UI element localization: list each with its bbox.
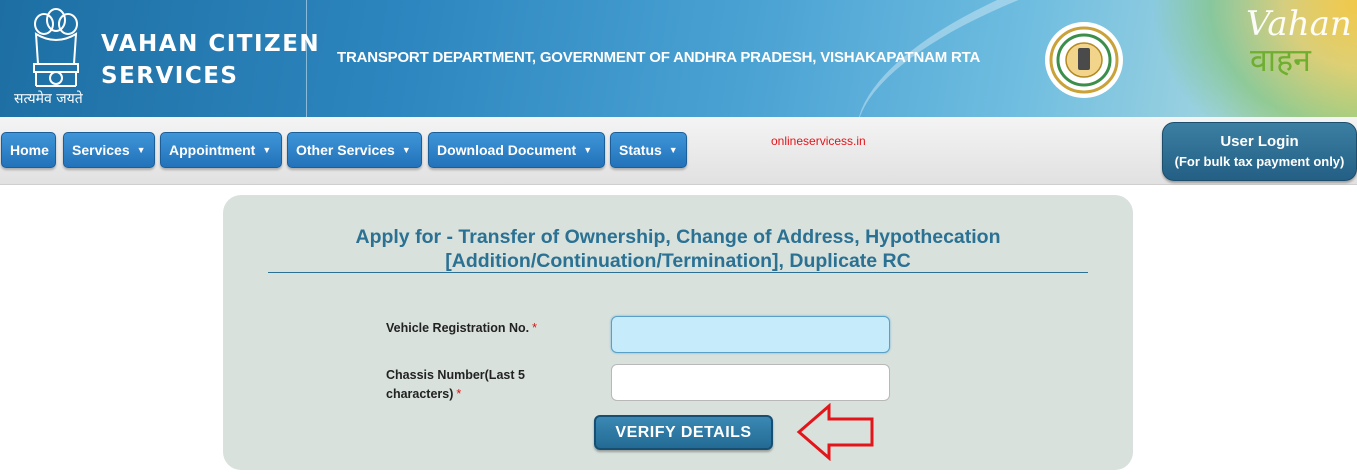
vehicle-registration-label-text: Vehicle Registration No.: [386, 321, 530, 335]
chevron-down-icon: ▼: [583, 145, 593, 155]
required-mark: *: [456, 387, 462, 401]
chevron-down-icon: ▼: [401, 145, 411, 155]
nav-appointment[interactable]: Appointment ▼: [160, 132, 282, 168]
main-nav: Home Services ▼ Appointment ▼ Other Serv…: [0, 117, 1357, 185]
vehicle-registration-label: Vehicle Registration No. *: [386, 319, 537, 338]
vahan-logo: Vahan वाहन: [1236, 4, 1352, 80]
brand-title[interactable]: VAHAN CITIZEN SERVICES: [101, 28, 320, 92]
chassis-number-label: Chassis Number(Last 5 characters) *: [386, 366, 525, 404]
form-title-line-1: Apply for - Transfer of Ownership, Chang…: [355, 226, 1001, 248]
andhra-pradesh-seal-icon: [1045, 22, 1123, 98]
nav-download-document[interactable]: Download Document ▼: [428, 132, 605, 168]
title-divider: [268, 272, 1088, 273]
pointer-arrow-icon: [796, 403, 874, 461]
vahan-logo-native: वाहन: [1250, 41, 1311, 79]
required-mark: *: [532, 321, 537, 335]
nav-home-label: Home: [10, 142, 49, 158]
department-title: TRANSPORT DEPARTMENT, GOVERNMENT OF ANDH…: [337, 49, 981, 66]
chevron-down-icon: ▼: [136, 145, 146, 155]
nav-home[interactable]: Home: [1, 132, 56, 168]
form-title: Apply for - Transfer of Ownership, Chang…: [268, 225, 1088, 273]
emblem-motto: सत्यमेव जयते: [14, 91, 83, 107]
header-divider: [306, 0, 307, 117]
chevron-down-icon: ▼: [668, 145, 678, 155]
nav-status-label: Status: [619, 142, 662, 158]
brand-line-2: SERVICES: [101, 63, 239, 89]
nav-status[interactable]: Status ▼: [610, 132, 687, 168]
nav-other-services-label: Other Services: [296, 142, 395, 158]
user-login-title: User Login: [1220, 133, 1299, 150]
form-title-line-2: [Addition/Continuation/Termination], Dup…: [445, 250, 911, 272]
nav-other-services[interactable]: Other Services ▼: [287, 132, 422, 168]
nav-services[interactable]: Services ▼: [63, 132, 155, 168]
watermark-text: onlineservicess.in: [771, 134, 866, 148]
nav-appointment-label: Appointment: [169, 142, 256, 158]
user-login-subtitle: (For bulk tax payment only): [1174, 154, 1345, 169]
brand-line-1: VAHAN CITIZEN: [101, 31, 321, 57]
user-login-button[interactable]: User Login (For bulk tax payment only): [1162, 122, 1357, 181]
application-form-panel: Apply for - Transfer of Ownership, Chang…: [223, 195, 1133, 470]
chassis-label-line-1: Chassis Number(Last 5: [386, 368, 525, 382]
verify-details-button[interactable]: VERIFY DETAILS: [594, 415, 773, 450]
site-header: सत्यमेव जयते VAHAN CITIZEN SERVICES TRAN…: [0, 0, 1357, 117]
chevron-down-icon: ▼: [262, 145, 272, 155]
chassis-label-line-2: characters): [386, 387, 454, 401]
nav-download-document-label: Download Document: [437, 142, 577, 158]
nav-services-label: Services: [72, 142, 130, 158]
vehicle-registration-input[interactable]: [611, 316, 890, 353]
chassis-number-input[interactable]: [611, 364, 890, 401]
